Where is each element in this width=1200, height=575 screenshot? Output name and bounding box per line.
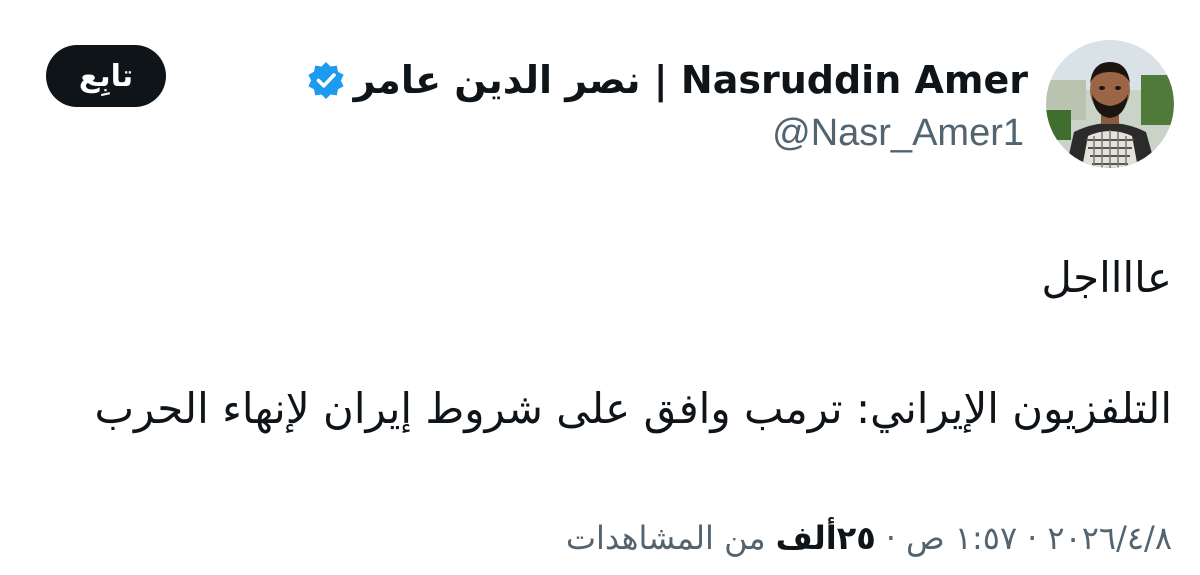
profile-photo-icon bbox=[1046, 40, 1174, 168]
author-handle[interactable]: @Nasr_Amer1 bbox=[772, 108, 1024, 158]
meta-separator: · bbox=[885, 519, 896, 557]
tweet-card: نصر الدين عامر | Nasruddin Amer @Nasr_Am… bbox=[0, 0, 1200, 575]
tweet-meta: ٢٠٢٦/٤/٨ · ١:٥٧ ص · ٢٥ألف من المشاهدات bbox=[566, 512, 1172, 564]
verified-badge-icon bbox=[306, 60, 346, 100]
tweet-date[interactable]: ٢٠٢٦/٤/٨ bbox=[1047, 519, 1172, 557]
author-display-name[interactable]: نصر الدين عامر | Nasruddin Amer bbox=[354, 52, 1028, 108]
follow-button[interactable]: تابِع bbox=[46, 45, 166, 107]
views-count: ٢٥ألف bbox=[775, 519, 876, 557]
meta-separator: · bbox=[1027, 519, 1038, 557]
views-label: من المشاهدات bbox=[565, 519, 766, 557]
avatar[interactable] bbox=[1046, 40, 1174, 168]
author-name-row: نصر الدين عامر | Nasruddin Amer bbox=[306, 52, 1028, 108]
tweet-time[interactable]: ١:٥٧ ص bbox=[906, 519, 1017, 557]
tweet-text-line-2: التلفزيون الإيراني: ترمب وافق على شروط إ… bbox=[94, 384, 1172, 433]
tweet-text-line-1: عااااجل bbox=[1041, 253, 1172, 302]
